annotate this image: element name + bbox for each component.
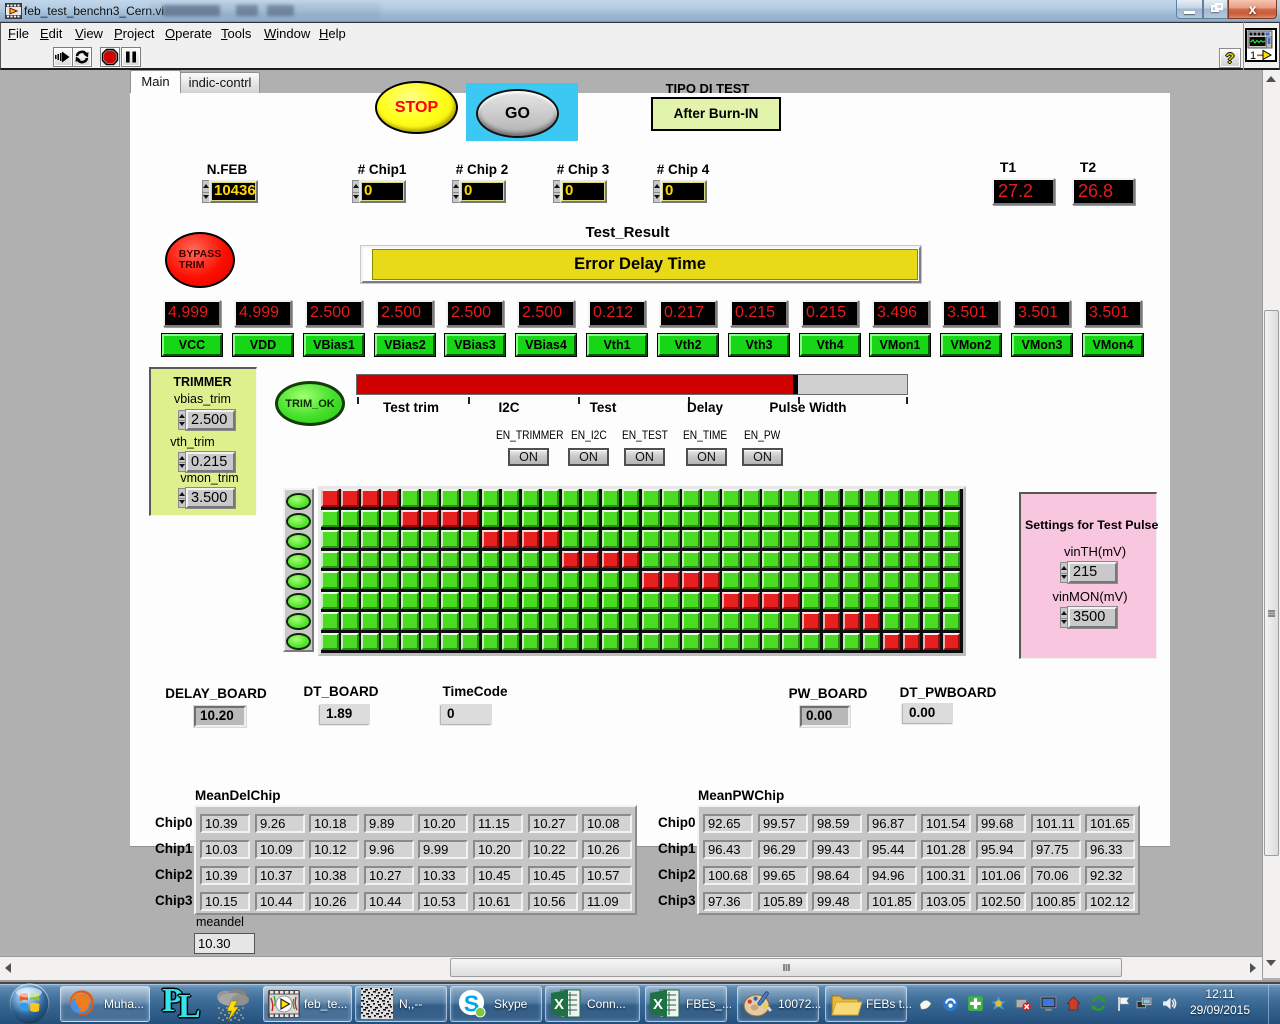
svg-text:X: X [554,996,564,1013]
svg-text:X: X [653,996,663,1013]
svg-text:1: 1 [1250,50,1256,60]
